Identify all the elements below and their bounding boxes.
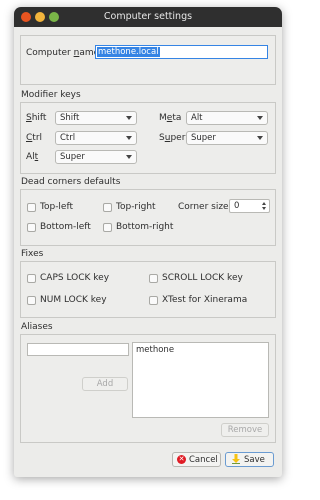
shift-combo[interactable]: Shift xyxy=(55,111,137,125)
top-right-label: Top-right xyxy=(116,202,156,212)
caps-lock-label: CAPS LOCK key xyxy=(40,273,110,283)
title-bar[interactable]: Computer settings xyxy=(14,7,282,27)
chevron-down-icon xyxy=(257,116,263,120)
top-right-checkbox[interactable] xyxy=(103,203,112,212)
shift-combo-value: Shift xyxy=(60,113,80,123)
chevron-down-icon xyxy=(126,136,132,140)
dead-corners-title: Dead corners defaults xyxy=(21,177,121,187)
super-label: Super xyxy=(159,133,186,143)
fixes-title: Fixes xyxy=(21,249,44,259)
shift-label: Shift xyxy=(26,113,47,123)
alias-input[interactable] xyxy=(27,343,129,356)
aliases-list[interactable]: methone xyxy=(132,342,269,418)
save-button-label: Save xyxy=(244,455,265,465)
save-icon xyxy=(232,454,240,464)
chevron-down-icon xyxy=(126,116,132,120)
chevron-down-icon xyxy=(126,155,132,159)
save-button[interactable]: Save xyxy=(225,452,274,467)
super-combo[interactable]: Super xyxy=(186,131,268,145)
close-icon: ✕ xyxy=(177,455,186,464)
bottom-right-label: Bottom-right xyxy=(116,222,174,232)
ctrl-combo-value: Ctrl xyxy=(60,133,76,143)
bottom-left-checkbox[interactable] xyxy=(27,223,36,232)
chevron-down-icon xyxy=(257,136,263,140)
cancel-button-label: Cancel xyxy=(189,455,218,465)
spin-up-icon[interactable] xyxy=(262,202,266,205)
window-title: Computer settings xyxy=(103,11,193,22)
alt-label: Alt xyxy=(26,152,39,162)
num-lock-label: NUM LOCK key xyxy=(40,295,107,305)
computer-name-label: Computer name xyxy=(26,48,100,58)
list-item[interactable]: methone xyxy=(136,345,174,355)
top-left-checkbox[interactable] xyxy=(27,203,36,212)
meta-combo-value: Alt xyxy=(191,113,203,123)
remove-button[interactable]: Remove xyxy=(221,423,269,437)
computer-name-value: methone.local xyxy=(97,47,160,57)
aliases-group: Add methone Remove xyxy=(20,334,276,443)
computer-name-input[interactable]: methone.local xyxy=(95,45,268,59)
cancel-button[interactable]: ✕ Cancel xyxy=(172,452,221,467)
scroll-lock-checkbox[interactable] xyxy=(149,274,158,283)
corner-size-value: 0 xyxy=(234,201,240,211)
fixes-group: CAPS LOCK key SCROLL LOCK key NUM LOCK k… xyxy=(20,261,276,318)
alt-combo[interactable]: Super xyxy=(55,150,137,164)
scroll-lock-label: SCROLL LOCK key xyxy=(162,273,243,283)
bottom-left-label: Bottom-left xyxy=(40,222,91,232)
modifier-keys-group: Shift Shift Meta Alt Ctrl Ctrl Super Sup… xyxy=(20,102,276,174)
super-combo-value: Super xyxy=(191,133,216,143)
spin-down-icon[interactable] xyxy=(262,207,266,210)
xtest-checkbox[interactable] xyxy=(149,296,158,305)
alt-combo-value: Super xyxy=(60,152,85,162)
aliases-title: Aliases xyxy=(21,322,53,332)
computer-settings-window: Computer settings Computer name methone.… xyxy=(14,7,282,477)
ctrl-combo[interactable]: Ctrl xyxy=(55,131,137,145)
top-left-label: Top-left xyxy=(40,202,74,212)
dead-corners-group: Top-left Top-right Corner size 0 Bottom-… xyxy=(20,189,276,246)
xtest-label: XTest for Xinerama xyxy=(162,295,248,305)
caps-lock-checkbox[interactable] xyxy=(27,274,36,283)
meta-combo[interactable]: Alt xyxy=(186,111,268,125)
meta-label: Meta xyxy=(159,113,182,123)
ctrl-label: Ctrl xyxy=(26,133,43,143)
bottom-right-checkbox[interactable] xyxy=(103,223,112,232)
remove-button-label: Remove xyxy=(227,425,263,435)
num-lock-checkbox[interactable] xyxy=(27,296,36,305)
corner-size-label: Corner size xyxy=(178,202,229,212)
computer-name-group: Computer name methone.local xyxy=(20,35,276,85)
corner-size-spinner[interactable]: 0 xyxy=(229,199,270,213)
modifier-keys-title: Modifier keys xyxy=(21,90,81,100)
add-button[interactable]: Add xyxy=(82,377,128,391)
